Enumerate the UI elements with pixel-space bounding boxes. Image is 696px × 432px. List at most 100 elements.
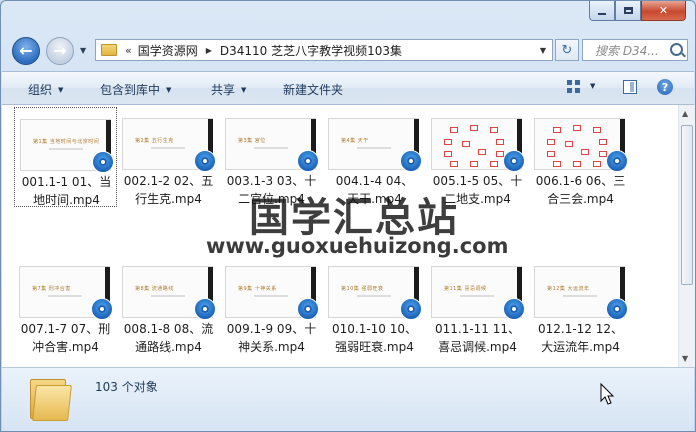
file-name-line: 002.1-2 02、五 (123, 174, 214, 188)
recent-pages-dropdown[interactable]: ▼ (80, 46, 86, 55)
breadcrumb-separator-icon[interactable]: ▶ (206, 46, 212, 55)
file-item[interactable]: 第9集 十神关系 009.1-9 09、十 神关系.mp4 (220, 255, 323, 355)
close-icon: ✕ (658, 4, 669, 17)
file-name-line: 喜忌调候.mp4 (438, 340, 517, 354)
minimize-icon (598, 12, 606, 15)
preview-pane-icon[interactable] (623, 80, 637, 94)
file-name-line: 006.1-6 06、三 (535, 174, 626, 188)
thumbnail-title: 第11集 喜忌调候 (444, 286, 487, 292)
back-button[interactable]: ← (12, 37, 40, 65)
file-list: 第1集 当地时间与北京时间 001.1-1 01、当 地时间.mp4 第2集 五行生克… (2, 105, 678, 367)
close-button[interactable]: ✕ (641, 1, 686, 21)
file-item[interactable]: 第11集 喜忌调候 011.1-11 11、 喜忌调候.mp4 (426, 255, 529, 355)
thumbnail-title: 第1集 当地时间与北京时间 (33, 139, 100, 145)
search-input[interactable]: 搜索 D34... (582, 39, 688, 61)
file-name-line: 011.1-11 11、 (434, 322, 521, 336)
file-item[interactable]: 第2集 五行生克 002.1-2 02、五 行生克.mp4 (117, 107, 220, 207)
organize-menu[interactable]: 组织 ▼ (28, 81, 63, 98)
share-label: 共享 (211, 83, 236, 97)
file-name: 008.1-8 08、流 通路线.mp4 (117, 320, 220, 356)
chevron-down-icon: ▼ (241, 86, 247, 94)
thumbnail-title: 第8集 流通路线 (135, 286, 174, 292)
file-name: 003.1-3 03、十 二宫位.mp4 (220, 172, 323, 208)
scroll-down-icon[interactable]: ▼ (682, 354, 688, 363)
file-name-line: 003.1-3 03、十 (226, 174, 317, 188)
video-player-icon (400, 298, 422, 320)
minimize-button[interactable] (589, 1, 615, 21)
file-item[interactable]: 005.1-5 05、十 二地支.mp4 (426, 107, 529, 207)
breadcrumb-item[interactable]: 国学资源网 (138, 42, 198, 59)
search-icon (670, 43, 683, 56)
file-item[interactable]: 第4集 天干 004.1-4 04、 天干.mp4 (323, 107, 426, 207)
new-folder-button[interactable]: 新建文件夹 (283, 81, 343, 98)
file-name-line: 009.1-9 09、十 (226, 322, 317, 336)
view-dropdown-icon[interactable]: ▼ (590, 82, 595, 90)
thumbnail-title: 第4集 天干 (341, 138, 369, 144)
maximize-icon (623, 7, 633, 14)
maximize-button[interactable] (615, 1, 641, 21)
refresh-icon: ↻ (561, 42, 573, 58)
file-item[interactable]: 006.1-6 06、三 合三会.mp4 (529, 107, 632, 207)
vertical-scrollbar[interactable]: ▲ ▼ (678, 105, 695, 367)
file-name: 011.1-11 11、 喜忌调候.mp4 (426, 320, 529, 356)
scrollbar-thumb[interactable] (681, 125, 693, 285)
file-name: 009.1-9 09、十 神关系.mp4 (220, 320, 323, 356)
file-item[interactable]: 第7集 刑冲合害 007.1-7 07、刑 冲合害.mp4 (14, 255, 117, 355)
file-item[interactable]: 第10集 强弱旺衰 010.1-10 10、 强弱旺衰.mp4 (323, 255, 426, 355)
file-name: 005.1-5 05、十 二地支.mp4 (426, 172, 529, 208)
folder-icon (101, 44, 117, 56)
breadcrumb-item[interactable]: D34110 芝芝八字教学视频103集 (220, 42, 402, 59)
file-name-line: 012.1-12 12、 (537, 322, 624, 336)
address-dropdown-icon[interactable]: ▼ (540, 46, 546, 55)
file-name-line: 二地支.mp4 (444, 192, 511, 206)
scroll-up-icon[interactable]: ▲ (682, 109, 688, 118)
file-name-line: 001.1-1 01、当 (21, 175, 112, 189)
view-options-icon[interactable] (567, 80, 581, 94)
search-placeholder: 搜索 D34... (595, 43, 659, 58)
file-item[interactable]: 第12集 大运流年 012.1-12 12、 大运流年.mp4 (529, 255, 632, 355)
thumbnail-title: 第2集 五行生克 (135, 138, 174, 144)
explorer-window: ✕ ← → ▼ « 国学资源网 ▶ D34110 芝芝八字教学视频103集 ▼ … (0, 0, 696, 432)
video-player-icon (606, 298, 628, 320)
address-bar[interactable]: « 国学资源网 ▶ D34110 芝芝八字教学视频103集 ▼ (95, 39, 553, 61)
video-player-icon (91, 298, 113, 320)
breadcrumb: « 国学资源网 ▶ D34110 芝芝八字教学视频103集 (125, 42, 402, 59)
file-name-line: 行生克.mp4 (135, 192, 202, 206)
file-name-line: 007.1-7 07、刑 (20, 322, 111, 336)
file-name: 010.1-10 10、 强弱旺衰.mp4 (323, 320, 426, 356)
video-player-icon (503, 150, 525, 172)
mouse-cursor-icon (600, 382, 615, 405)
video-player-icon (92, 151, 114, 173)
file-name-line: 强弱旺衰.mp4 (335, 340, 414, 354)
forward-button[interactable]: → (46, 37, 74, 65)
organize-label: 组织 (28, 83, 53, 97)
file-item[interactable]: 第8集 流通路线 008.1-8 08、流 通路线.mp4 (117, 255, 220, 355)
refresh-button[interactable]: ↻ (555, 39, 579, 61)
file-name: 012.1-12 12、 大运流年.mp4 (529, 320, 632, 356)
file-name-line: 神关系.mp4 (238, 340, 305, 354)
share-menu[interactable]: 共享 ▼ (211, 81, 246, 98)
video-player-icon (297, 298, 319, 320)
thumbnail-title: 第3集 宫位 (238, 138, 266, 144)
help-icon: ? (661, 80, 669, 94)
file-name: 002.1-2 02、五 行生克.mp4 (117, 172, 220, 208)
help-button[interactable]: ? (657, 79, 673, 95)
file-name-line: 大运流年.mp4 (541, 340, 620, 354)
folder-icon (30, 375, 72, 423)
breadcrumb-overflow[interactable]: « (125, 44, 132, 57)
file-name-line: 通路线.mp4 (135, 340, 202, 354)
command-bar: 组织 ▼ 包含到库中 ▼ 共享 ▼ 新建文件夹 ▼ ? (2, 71, 694, 105)
include-in-library-label: 包含到库中 (100, 83, 161, 97)
video-player-icon (503, 298, 525, 320)
thumbnail-title: 第9集 十神关系 (238, 286, 277, 292)
file-name-line: 合三会.mp4 (547, 192, 614, 206)
file-name: 001.1-1 01、当 地时间.mp4 (15, 173, 118, 209)
file-item[interactable]: 第1集 当地时间与北京时间 001.1-1 01、当 地时间.mp4 (14, 107, 117, 207)
video-player-icon (606, 150, 628, 172)
file-item[interactable]: 第3集 宫位 003.1-3 03、十 二宫位.mp4 (220, 107, 323, 207)
file-name-line: 010.1-10 10、 (331, 322, 418, 336)
video-player-icon (194, 150, 216, 172)
include-in-library-menu[interactable]: 包含到库中 ▼ (100, 81, 171, 98)
arrow-right-icon: → (53, 41, 67, 60)
file-name-line: 冲合害.mp4 (32, 340, 99, 354)
